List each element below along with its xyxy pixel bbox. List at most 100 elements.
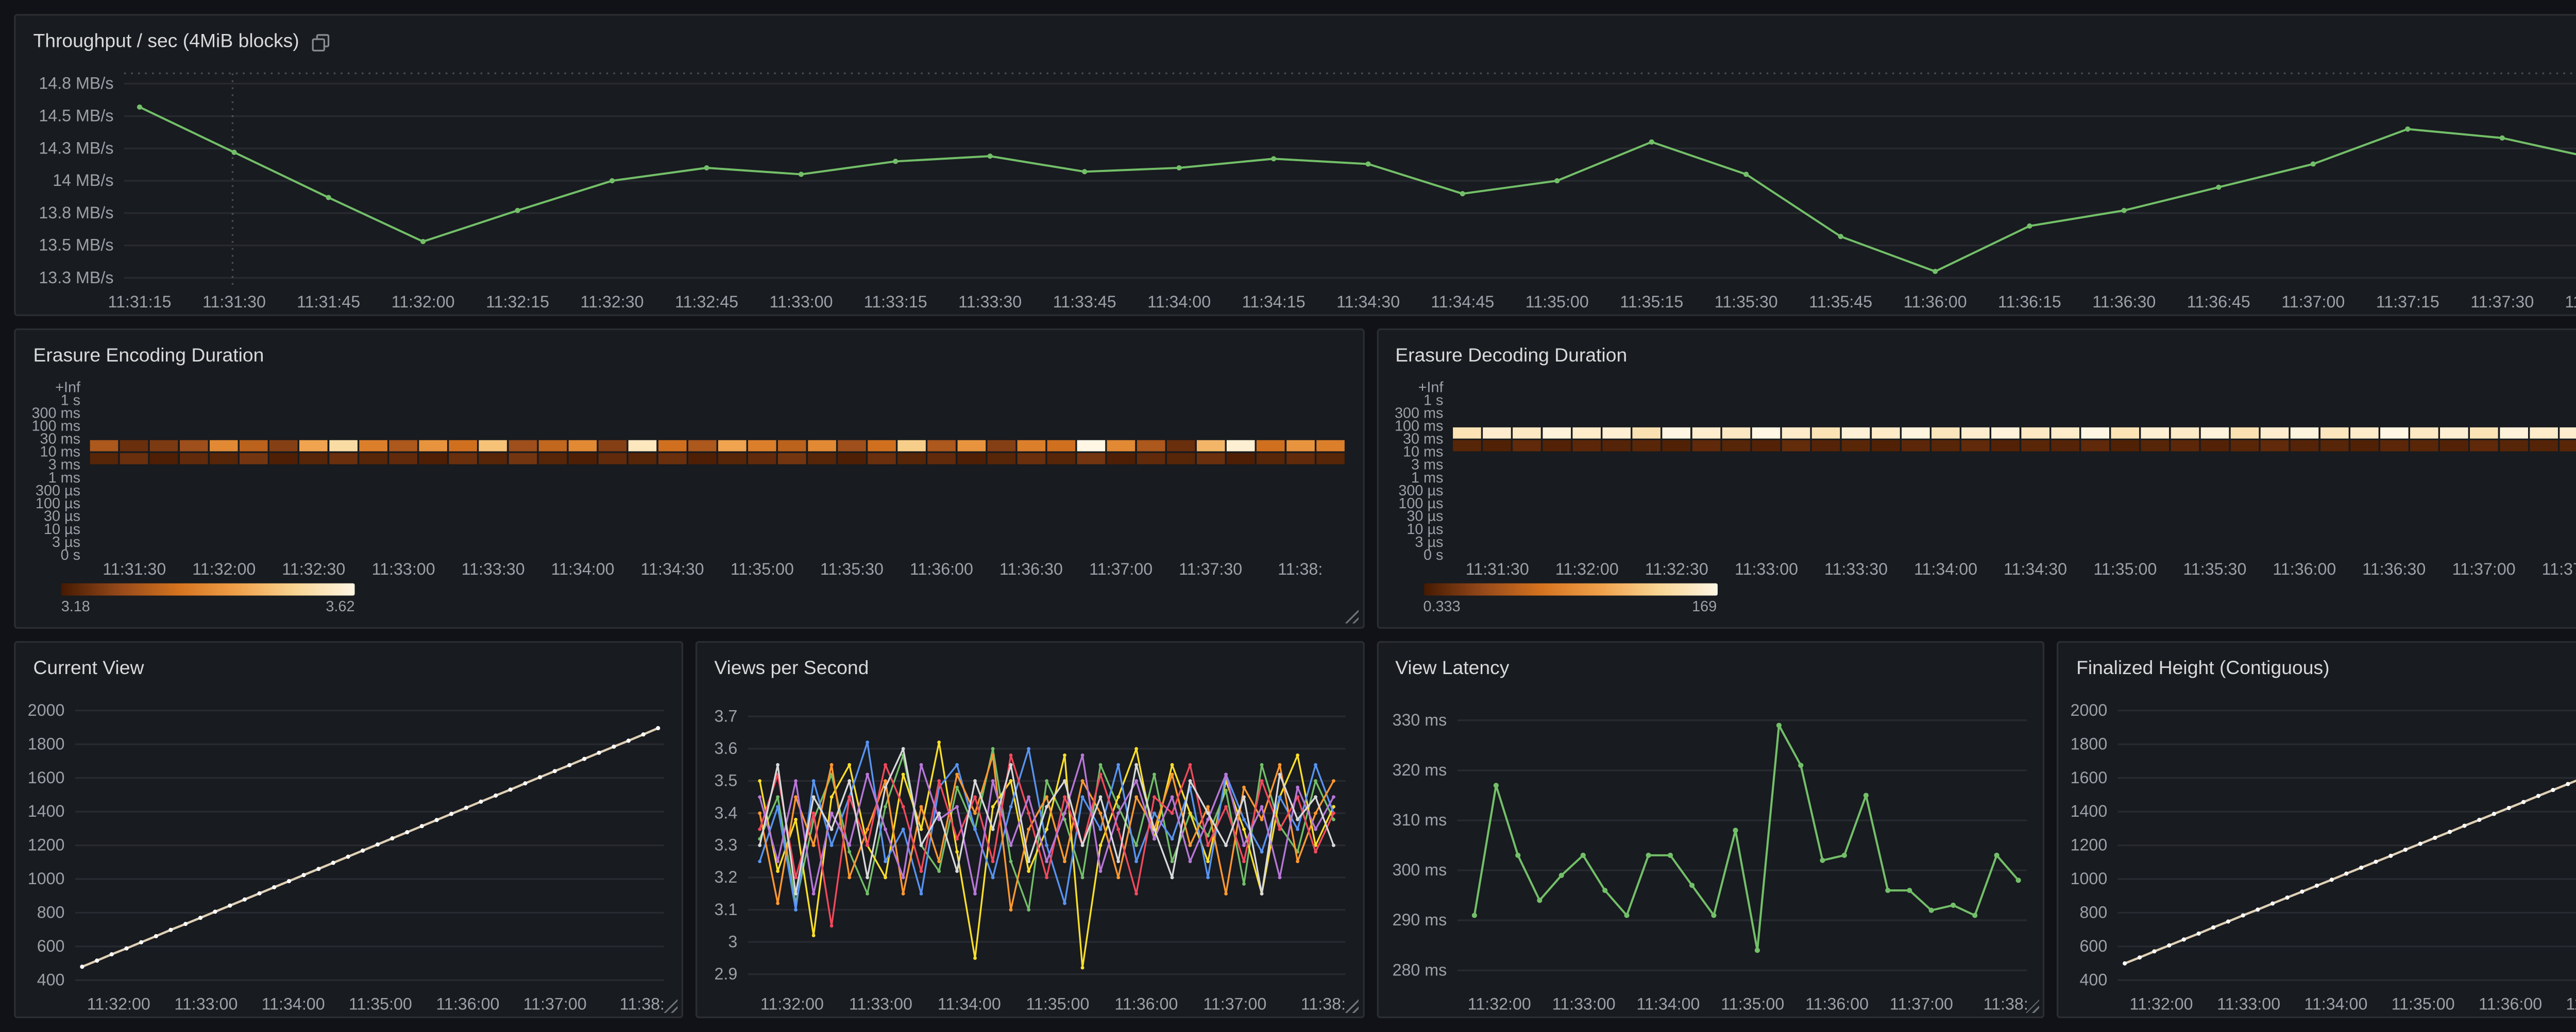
svg-text:11:35:30: 11:35:30	[820, 560, 884, 578]
svg-text:11:33:15: 11:33:15	[864, 293, 927, 311]
svg-text:1600: 1600	[28, 768, 65, 787]
views-per-second-chart[interactable]: 11:32:00 11:33:00 11:34:00 11:35:00 11:36:00…	[704, 688, 1355, 1017]
panel-header[interactable]: View Latency	[1378, 643, 2043, 688]
svg-text:13.5 MB/s: 13.5 MB/s	[39, 236, 113, 254]
svg-text:11:37:30: 11:37:30	[2470, 293, 2534, 311]
throughput-chart[interactable]: 11:31:1511:31:3011:31:4511:32:0011:32:15…	[23, 61, 2576, 315]
svg-text:11:34:15: 11:34:15	[1242, 293, 1306, 311]
panel-view-latency: View Latency 11:32:0011:33:0011:34:0011:…	[1376, 641, 2045, 1019]
panel-title: Throughput / sec (4MiB blocks)	[33, 31, 299, 53]
panel-row-middle: Erasure Encoding Duration 11:31:30 11:32:…	[14, 329, 2576, 629]
svg-text:11:33:00: 11:33:00	[770, 293, 833, 311]
svg-text:1400: 1400	[28, 802, 65, 820]
svg-text:11:32:00: 11:32:00	[392, 293, 455, 311]
svg-text:11:31:45: 11:31:45	[297, 293, 360, 311]
svg-text:11:36:00: 11:36:00	[910, 560, 973, 578]
panel-copy-icon[interactable]	[311, 32, 330, 51]
svg-text:11:37:30: 11:37:30	[1179, 560, 1242, 578]
svg-text:11:32:30: 11:32:30	[282, 560, 345, 578]
legend-min-value: 0.333	[1423, 597, 1460, 615]
svg-text:11:37:00: 11:37:00	[523, 994, 587, 1013]
svg-text:600: 600	[2080, 937, 2108, 955]
svg-text:11:34:30: 11:34:30	[1336, 293, 1400, 311]
heatmap-legend: 0.333 169	[1378, 581, 2576, 627]
panel-header[interactable]: Finalized Height (Contiguous)	[2059, 643, 2576, 688]
svg-text:11:32:00: 11:32:00	[1554, 560, 1618, 578]
panel-throughput: Throughput / sec (4MiB blocks) 11:31:151…	[14, 14, 2576, 316]
panel-title: Finalized Height (Contiguous)	[2076, 659, 2330, 680]
svg-text:11:32:00: 11:32:00	[760, 994, 823, 1013]
svg-text:400: 400	[2080, 971, 2108, 989]
decoding-heatmap[interactable]: 11:31:3011:32:0011:32:3011:33:0011:33:30…	[1385, 375, 2576, 581]
svg-text:3.6: 3.6	[714, 739, 737, 758]
svg-text:11:37:00: 11:37:00	[2566, 994, 2576, 1013]
svg-text:11:34:00: 11:34:00	[1913, 560, 1976, 578]
svg-text:11:34:00: 11:34:00	[551, 560, 615, 578]
svg-text:11:36:00: 11:36:00	[2479, 994, 2543, 1013]
svg-text:11:33:00: 11:33:00	[2217, 994, 2281, 1013]
svg-text:11:35:45: 11:35:45	[1809, 293, 1872, 311]
heatmap-legend-labels: 3.18 3.62	[61, 597, 355, 615]
svg-text:14.3 MB/s: 14.3 MB/s	[39, 139, 113, 157]
svg-text:1000: 1000	[2071, 869, 2108, 888]
svg-text:11:34:30: 11:34:30	[641, 560, 704, 578]
svg-text:1600: 1600	[2071, 768, 2108, 787]
svg-text:11:33:00: 11:33:00	[372, 560, 435, 578]
svg-text:11:36:30: 11:36:30	[2362, 560, 2425, 578]
svg-text:280 ms: 280 ms	[1392, 961, 1446, 979]
svg-text:11:36:30: 11:36:30	[2092, 293, 2156, 311]
svg-text:0 s: 0 s	[61, 547, 80, 563]
svg-text:330 ms: 330 ms	[1392, 711, 1446, 729]
svg-text:11:33:00: 11:33:00	[1734, 560, 1797, 578]
panel-row-bottom: Current View 11:32:00 11:33:00 11:34:00 11:…	[14, 641, 2576, 1019]
svg-text:11:37:00: 11:37:00	[1202, 994, 1266, 1013]
svg-text:14.5 MB/s: 14.5 MB/s	[39, 107, 113, 125]
svg-text:11:37:45: 11:37:45	[2565, 293, 2576, 311]
svg-text:11:37:00: 11:37:00	[2451, 560, 2515, 578]
svg-text:11:35:30: 11:35:30	[1715, 293, 1778, 311]
current-view-chart[interactable]: 11:32:0011:33:0011:34:0011:35:0011:36:00…	[23, 688, 674, 1017]
panel-header[interactable]: Views per Second	[697, 643, 1362, 688]
panel-header[interactable]: Erasure Decoding Duration	[1378, 330, 2576, 375]
svg-text:11:35:00: 11:35:00	[2392, 994, 2455, 1013]
svg-text:11:34:00: 11:34:00	[1636, 994, 1699, 1013]
panel-header[interactable]: Current View	[16, 643, 681, 688]
svg-text:11:36:45: 11:36:45	[2187, 293, 2250, 311]
copy-icon	[311, 32, 330, 51]
svg-text:11:33:00: 11:33:00	[849, 994, 912, 1013]
svg-text:1200: 1200	[28, 836, 65, 854]
svg-text:11:33:45: 11:33:45	[1053, 293, 1116, 311]
svg-text:11:31:30: 11:31:30	[103, 560, 166, 578]
svg-text:11:32:00: 11:32:00	[2130, 994, 2193, 1013]
svg-text:11:36:00: 11:36:00	[1114, 994, 1178, 1013]
svg-text:2000: 2000	[28, 701, 65, 719]
svg-text:11:37:30: 11:37:30	[2541, 560, 2576, 578]
encoding-heatmap[interactable]: 11:31:30 11:32:00 11:32:30 11:33:00 11:33:30…	[23, 375, 1355, 581]
panel-title: Current View	[33, 659, 144, 680]
panel-views-per-second: Views per Second 11:32:00 11:33:00 11:34:0…	[695, 641, 1364, 1019]
svg-text:11:36:15: 11:36:15	[1998, 293, 2061, 311]
svg-text:13.3 MB/s: 13.3 MB/s	[39, 268, 113, 287]
panel-header[interactable]: Erasure Encoding Duration	[16, 330, 1362, 375]
svg-text:400: 400	[37, 971, 65, 989]
grafana-dashboard: Throughput / sec (4MiB blocks) 11:31:151…	[0, 0, 2576, 1032]
svg-text:11:35:00: 11:35:00	[1026, 994, 1089, 1013]
svg-text:11:35:00: 11:35:00	[2093, 560, 2156, 578]
heatmap-legend-gradient	[1423, 583, 1717, 596]
svg-text:11:36:00: 11:36:00	[2272, 560, 2335, 578]
svg-text:2.9: 2.9	[714, 965, 737, 983]
svg-text:11:33:00: 11:33:00	[1551, 994, 1615, 1013]
svg-text:11:35:30: 11:35:30	[2182, 560, 2246, 578]
panel-header[interactable]: Throughput / sec (4MiB blocks)	[16, 16, 2576, 61]
svg-text:290 ms: 290 ms	[1392, 910, 1446, 929]
svg-text:11:33:30: 11:33:30	[462, 560, 525, 578]
svg-text:11:32:00: 11:32:00	[192, 560, 256, 578]
svg-text:11:34:45: 11:34:45	[1431, 293, 1494, 311]
svg-text:11:34:00: 11:34:00	[262, 994, 325, 1013]
panel-current-view: Current View 11:32:0011:33:0011:34:0011:…	[14, 641, 683, 1019]
finalized-height-chart[interactable]: 11:32:0011:33:0011:34:0011:35:0011:36:00…	[2066, 688, 2576, 1017]
svg-text:11:34:00: 11:34:00	[937, 994, 1001, 1013]
svg-text:320 ms: 320 ms	[1392, 761, 1446, 779]
heatmap-legend: 3.18 3.62	[16, 581, 1362, 627]
view-latency-chart[interactable]: 11:32:0011:33:0011:34:0011:35:0011:36:00…	[1385, 688, 2036, 1017]
